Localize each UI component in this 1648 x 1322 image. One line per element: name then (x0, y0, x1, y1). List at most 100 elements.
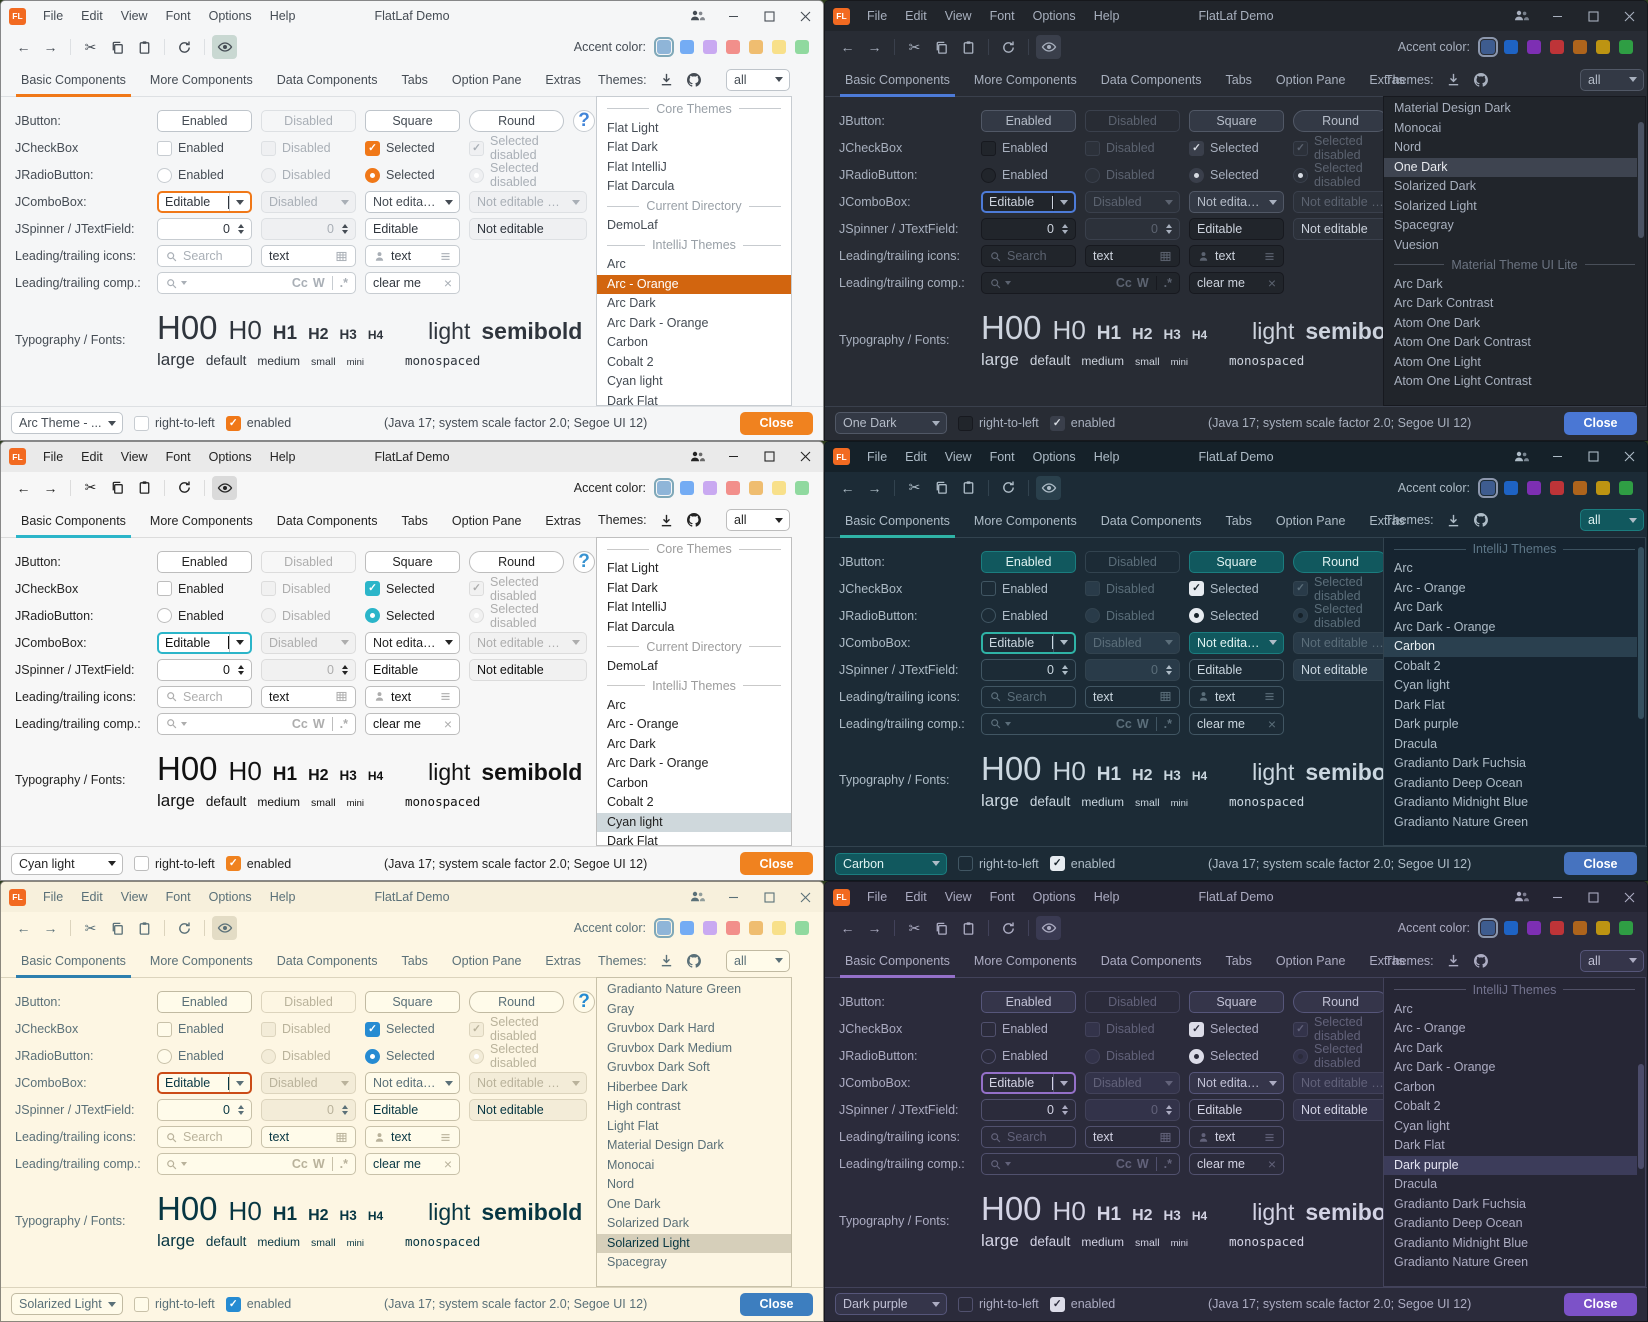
users-icon[interactable] (679, 442, 715, 472)
menu-options[interactable]: Options (200, 890, 261, 904)
editable-textfield[interactable]: Editable (1189, 659, 1284, 681)
theme-item-arc-orange[interactable]: Arc - Orange (1384, 1019, 1645, 1039)
theme-item-carbon[interactable]: Carbon (1384, 637, 1645, 657)
round-button[interactable]: Round (469, 551, 564, 573)
themes-filter-select[interactable]: all (726, 69, 790, 91)
theme-item-cyan-light[interactable]: Cyan light (597, 813, 791, 833)
theme-item-nord[interactable]: Nord (1384, 138, 1645, 158)
theme-item-gradianto-dark-fuchsia[interactable]: Gradianto Dark Fuchsia (1384, 1195, 1645, 1215)
regex-toggle[interactable]: .* (340, 276, 348, 290)
clear-icon[interactable]: × (444, 275, 452, 291)
radio-selected[interactable]: Selected (365, 1049, 460, 1064)
table-icon[interactable] (1159, 1131, 1172, 1144)
clearable-input[interactable]: clear me × (1189, 713, 1284, 735)
help-button[interactable]: ? (573, 991, 595, 1013)
theme-item-arc-dark-orange[interactable]: Arc Dark - Orange (597, 754, 791, 774)
eye-icon[interactable] (212, 916, 237, 940)
not-editable-combobox[interactable]: Not editable (1189, 1072, 1284, 1094)
text-input-person[interactable]: text (365, 686, 460, 708)
accent-swatch-4[interactable] (1550, 481, 1564, 495)
tab-extras[interactable]: Extras (1357, 73, 1416, 96)
tab-data-components[interactable]: Data Components (1089, 954, 1214, 977)
theme-item-material-design-dark[interactable]: Material Design Dark (1384, 99, 1645, 119)
chevron-down-icon[interactable] (229, 634, 250, 652)
theme-item-arc-dark-contrast[interactable]: Arc Dark Contrast (1384, 294, 1645, 314)
close-window-button[interactable] (1611, 442, 1647, 472)
back-button[interactable]: ← (835, 476, 860, 500)
copy-icon[interactable] (929, 916, 954, 940)
menu-help[interactable]: Help (261, 890, 305, 904)
square-button[interactable]: Square (365, 110, 460, 132)
accent-swatch-3[interactable] (1527, 481, 1541, 495)
regex-toggle[interactable]: .* (340, 1157, 348, 1171)
theme-select[interactable]: Cyan light (11, 853, 123, 875)
theme-item-carbon[interactable]: Carbon (1384, 1078, 1645, 1098)
close-button[interactable]: Close (740, 1293, 813, 1316)
accent-swatch-7[interactable] (795, 40, 809, 54)
tab-more-components[interactable]: More Components (962, 73, 1089, 96)
theme-item-one-dark[interactable]: One Dark (597, 1195, 791, 1215)
clear-icon[interactable]: × (1268, 716, 1276, 732)
radio-selected[interactable]: Selected (365, 608, 460, 623)
accent-swatch-1[interactable] (657, 40, 671, 54)
tab-tabs[interactable]: Tabs (1214, 514, 1264, 537)
theme-item-solarized-dark[interactable]: Solarized Dark (1384, 177, 1645, 197)
accent-swatch-6[interactable] (1596, 921, 1610, 935)
minimize-button[interactable] (1539, 1, 1575, 31)
theme-item-arc[interactable]: Arc (597, 696, 791, 716)
regex-toggle[interactable]: .* (1164, 1157, 1172, 1171)
theme-item-arc[interactable]: Arc (1384, 1000, 1645, 1020)
minimize-button[interactable] (1539, 442, 1575, 472)
theme-item-solarized-light[interactable]: Solarized Light (597, 1234, 791, 1254)
theme-item-arc[interactable]: Arc (1384, 559, 1645, 579)
theme-item-monocai[interactable]: Monocai (1384, 119, 1645, 139)
download-icon[interactable] (659, 953, 674, 968)
editable-combobox[interactable]: Editable (157, 1072, 252, 1094)
theme-item-carbon[interactable]: Carbon (597, 774, 791, 794)
theme-item-arc-dark-orange[interactable]: Arc Dark - Orange (1384, 618, 1645, 638)
themes-filter-select[interactable]: all (726, 950, 790, 972)
scrollbar-thumb[interactable] (1638, 547, 1644, 719)
enabled-checkbox[interactable]: enabled (1050, 1297, 1116, 1312)
themes-filter-select[interactable]: all (1580, 509, 1644, 531)
chevron-down-icon[interactable] (1263, 633, 1283, 653)
tab-data-components[interactable]: Data Components (1089, 73, 1214, 96)
download-icon[interactable] (659, 72, 674, 87)
maximize-button[interactable] (751, 442, 787, 472)
accent-swatch-1[interactable] (1481, 40, 1495, 54)
refresh-icon[interactable] (172, 35, 197, 59)
menu-edit[interactable]: Edit (72, 450, 112, 464)
theme-select[interactable]: Arc Theme - ... (11, 412, 123, 434)
editable-textfield[interactable]: Editable (1189, 218, 1284, 240)
theme-item-flat-darcula[interactable]: Flat Darcula (597, 177, 791, 197)
theme-item-arc-dark[interactable]: Arc Dark (597, 294, 791, 314)
download-icon[interactable] (1446, 953, 1461, 968)
text-input-table[interactable]: text (261, 1126, 356, 1148)
checkbox-enabled[interactable]: Enabled (157, 141, 252, 156)
accent-swatch-6[interactable] (1596, 481, 1610, 495)
checkbox-enabled[interactable]: Enabled (981, 1022, 1076, 1037)
menu-options[interactable]: Options (1024, 9, 1085, 23)
maximize-button[interactable] (1575, 882, 1611, 912)
round-button[interactable]: Round (469, 991, 564, 1013)
editable-textfield[interactable]: Editable (365, 1099, 460, 1121)
accent-swatch-1[interactable] (657, 481, 671, 495)
enabled-checkbox[interactable]: enabled (226, 856, 292, 871)
paste-icon[interactable] (132, 916, 157, 940)
theme-item-arc-orange[interactable]: Arc - Orange (597, 275, 791, 295)
tab-extras[interactable]: Extras (533, 73, 592, 96)
download-icon[interactable] (1446, 513, 1461, 528)
forward-button[interactable]: → (862, 916, 887, 940)
checkbox-selected[interactable]: Selected (1189, 141, 1284, 156)
clearable-input[interactable]: clear me × (1189, 1153, 1284, 1175)
accent-swatch-6[interactable] (772, 481, 786, 495)
forward-button[interactable]: → (38, 916, 63, 940)
radio-enabled[interactable]: Enabled (157, 168, 252, 183)
table-icon[interactable] (1159, 690, 1172, 703)
chevron-down-icon[interactable] (439, 633, 459, 653)
themes-filter-select[interactable]: all (1580, 69, 1644, 91)
search-with-options-input[interactable]: Cc W .* (981, 713, 1180, 735)
clearable-input[interactable]: clear me × (365, 713, 460, 735)
menu-edit[interactable]: Edit (896, 9, 936, 23)
not-editable-combobox[interactable]: Not editable (1189, 191, 1284, 213)
